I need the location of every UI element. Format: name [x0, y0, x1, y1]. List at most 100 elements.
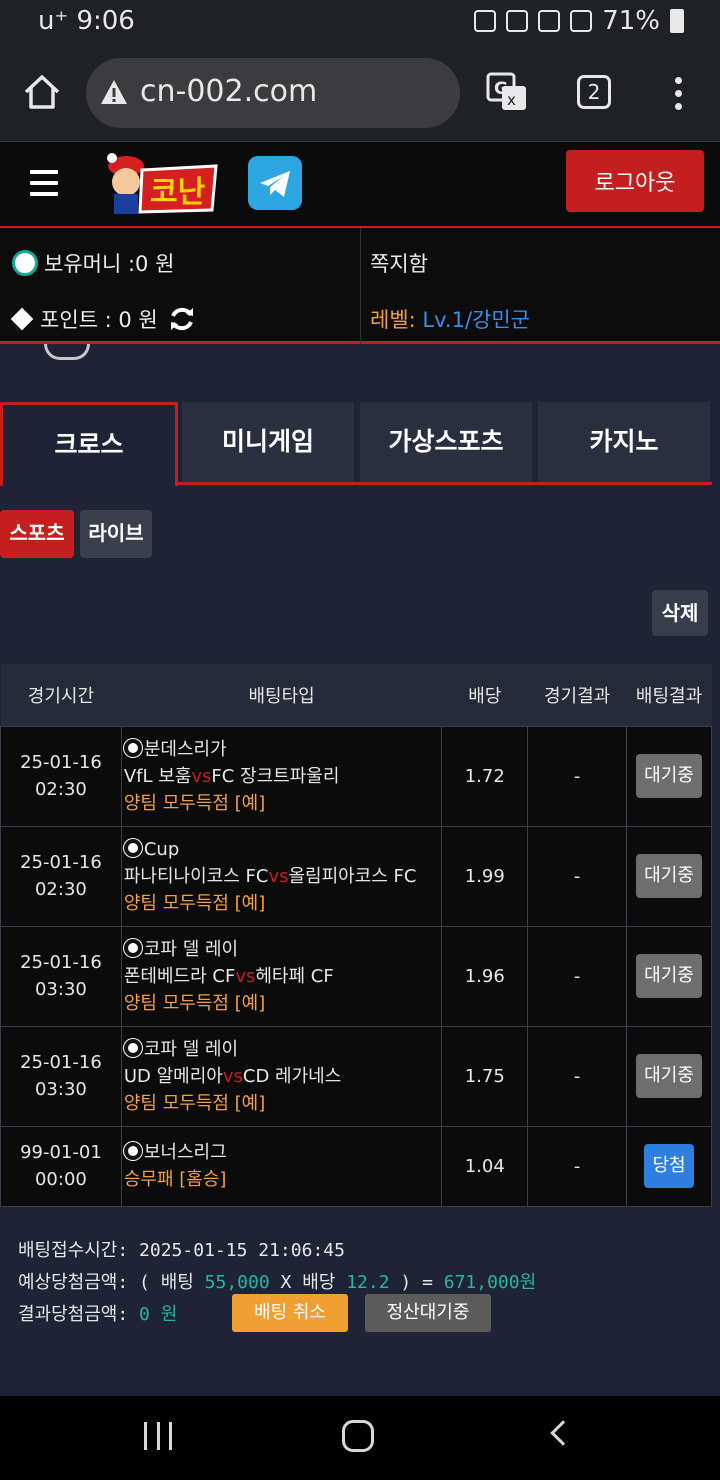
more-menu-icon[interactable]: [668, 74, 688, 112]
svg-text:코난: 코난: [150, 175, 206, 210]
tab-cross[interactable]: 크로스: [0, 402, 178, 486]
level-value[interactable]: Lv.1/강민군: [422, 308, 530, 332]
telegram-icon[interactable]: [248, 156, 302, 210]
settle-pending-badge: 정산대기중: [365, 1294, 491, 1332]
nfc-icon: [506, 10, 529, 32]
point-label: 포인트 : 0 원: [40, 308, 158, 332]
tab-virtual-sports[interactable]: 가상스포츠: [360, 402, 532, 486]
home-team: UD 알메리아: [123, 1065, 223, 1087]
home-team: 파나티나이코스 FC: [123, 865, 269, 887]
site-header: 코난 로그아웃: [0, 142, 720, 226]
odds-cell: 1.96: [441, 925, 529, 1027]
status-bar: u⁺ 9:06 71%: [0, 0, 720, 44]
delete-button[interactable]: 삭제: [652, 590, 708, 636]
soccer-ball-icon: [123, 738, 142, 757]
expected-win-value: 671,000원: [443, 1272, 537, 1293]
subtab-sports[interactable]: 스포츠: [0, 510, 74, 558]
subtab-live[interactable]: 라이브: [80, 510, 152, 558]
game-date: 99-01-01: [20, 1142, 102, 1163]
logout-button[interactable]: 로그아웃: [566, 150, 704, 212]
translate-icon[interactable]: G x: [486, 72, 528, 112]
back-icon[interactable]: [550, 1420, 576, 1446]
game-time: 00:00: [34, 1169, 87, 1190]
bet-type-cell: 코파 델 레이 폰테베드라 CFvs헤타페 CF 양팀 모두득점 [예]: [120, 925, 443, 1027]
url-text[interactable]: cn-002.com: [140, 74, 317, 109]
game-result-cell: -: [527, 825, 628, 927]
soccer-ball-icon: [12, 250, 38, 276]
bet-type-cell: 분데스리가 VfL 보훔vsFC 장크트파울리 양팀 모두득점 [예]: [120, 725, 443, 827]
hamburger-menu-icon[interactable]: [30, 170, 58, 196]
warning-icon[interactable]: [100, 78, 128, 106]
table-row: 25-01-16 03:30 코파 델 레이 폰테베드라 CFvs헤타페 CF 양…: [0, 925, 712, 1027]
tab-count-button[interactable]: 2: [577, 75, 611, 109]
browser-toolbar: cn-002.com G x 2: [0, 44, 720, 142]
home-nav-icon[interactable]: [342, 1420, 374, 1452]
wifi-icon: [538, 10, 561, 32]
table-row: 99-01-01 00:00 보너스리그 승무패 [홈승] 1.04 - 당첨: [0, 1125, 712, 1207]
status-badge: 대기중: [636, 1054, 703, 1098]
bet-type-cell: 보너스리그 승무패 [홈승]: [120, 1125, 443, 1207]
bet-result-cell: 당첨: [626, 1125, 712, 1207]
game-time: 03:30: [34, 1079, 87, 1100]
tab-underline: [176, 482, 712, 485]
soccer-ball-icon: [123, 1142, 142, 1160]
system-nav-bar: [0, 1396, 720, 1480]
bet-result-cell: 대기중: [626, 825, 712, 927]
vs-label: vs: [222, 1065, 243, 1087]
odds-cell: 1.72: [441, 725, 529, 827]
odds-cell: 1.04: [441, 1125, 529, 1207]
table-row: 25-01-16 02:30 분데스리가 VfL 보훔vsFC 장크트파울리 양팀…: [0, 725, 712, 827]
tab-minigame[interactable]: 미니게임: [182, 402, 354, 486]
cancel-bet-button[interactable]: 배팅 취소: [232, 1294, 348, 1332]
game-date: 25-01-16: [20, 1052, 102, 1073]
away-team: CD 레가네스: [242, 1065, 342, 1087]
home-icon[interactable]: [22, 72, 62, 112]
table-row: 25-01-16 02:30 Cup 파나티나이코스 FCvs올림피아코스 FC …: [0, 825, 712, 927]
status-badge: 대기중: [636, 954, 703, 998]
site-logo[interactable]: 코난: [96, 148, 222, 220]
home-team: 폰테베드라 CF: [123, 965, 236, 987]
result-amount: 0 원: [139, 1304, 178, 1325]
game-time: 02:30: [34, 779, 87, 800]
diamond-icon: [10, 307, 34, 331]
odds-cell: 1.75: [441, 1025, 529, 1127]
league-name: 코파 델 레이: [143, 938, 239, 960]
money-label: 보유머니 :0 원: [44, 252, 175, 276]
refresh-icon[interactable]: [168, 305, 196, 333]
bet-result-cell: 대기중: [626, 1025, 712, 1127]
address-bar[interactable]: cn-002.com: [86, 58, 460, 128]
account-info-bar: 보유머니 :0 원 포인트 : 0 원 쪽지함 레벨: Lv.1/강민군: [0, 226, 720, 344]
tab-casino[interactable]: 카지노: [538, 402, 710, 486]
header-bet-result: 배팅결과: [626, 664, 712, 726]
league-name: 분데스리가: [143, 738, 227, 760]
result-label: 결과당첨금액:: [18, 1304, 129, 1325]
bet-pick: 승무패 [홈승]: [123, 1169, 227, 1190]
battery-icon: [670, 9, 684, 33]
status-badge: 대기중: [636, 754, 703, 798]
header-bet-type: 배팅타입: [121, 664, 442, 726]
status-icons: 71%: [474, 6, 684, 36]
away-team: 헤타페 CF: [255, 965, 334, 987]
game-date: 25-01-16: [20, 852, 102, 873]
bet-time-line: 배팅접수시간: 2025-01-15 21:06:45: [18, 1236, 536, 1268]
soccer-ball-icon: [123, 938, 142, 957]
status-time: u⁺ 9:06: [38, 6, 135, 36]
stake-value: 55,000: [204, 1272, 270, 1293]
bet-time-value: 2025-01-15 21:06:45: [139, 1240, 345, 1261]
bet-result-cell: 대기중: [626, 925, 712, 1027]
x-odds-label: X 배당: [280, 1272, 336, 1293]
league-name: 보너스리그: [143, 1142, 227, 1163]
bet-type-cell: 코파 델 레이 UD 알메리아vsCD 레가네스 양팀 모두득점 [예]: [120, 1025, 443, 1127]
game-time: 02:30: [34, 879, 87, 900]
svg-text:x: x: [507, 91, 516, 109]
bet-pick: 양팀 모두득점 [예]: [123, 992, 266, 1014]
game-time-cell: 25-01-16 02:30: [0, 825, 122, 927]
away-team: FC 장크트파울리: [211, 765, 340, 787]
bet-table: 경기시간 배팅타입 배당 경기결과 배팅결과 25-01-16 02:30 분데스…: [0, 664, 712, 1207]
bet-time-label: 배팅접수시간:: [18, 1240, 129, 1261]
game-time-cell: 25-01-16 03:30: [0, 925, 122, 1027]
game-result-cell: -: [527, 725, 628, 827]
away-team: 올림피아코스 FC: [288, 865, 417, 887]
recent-apps-icon[interactable]: [144, 1422, 172, 1450]
messages-link[interactable]: 쪽지함: [370, 248, 428, 278]
